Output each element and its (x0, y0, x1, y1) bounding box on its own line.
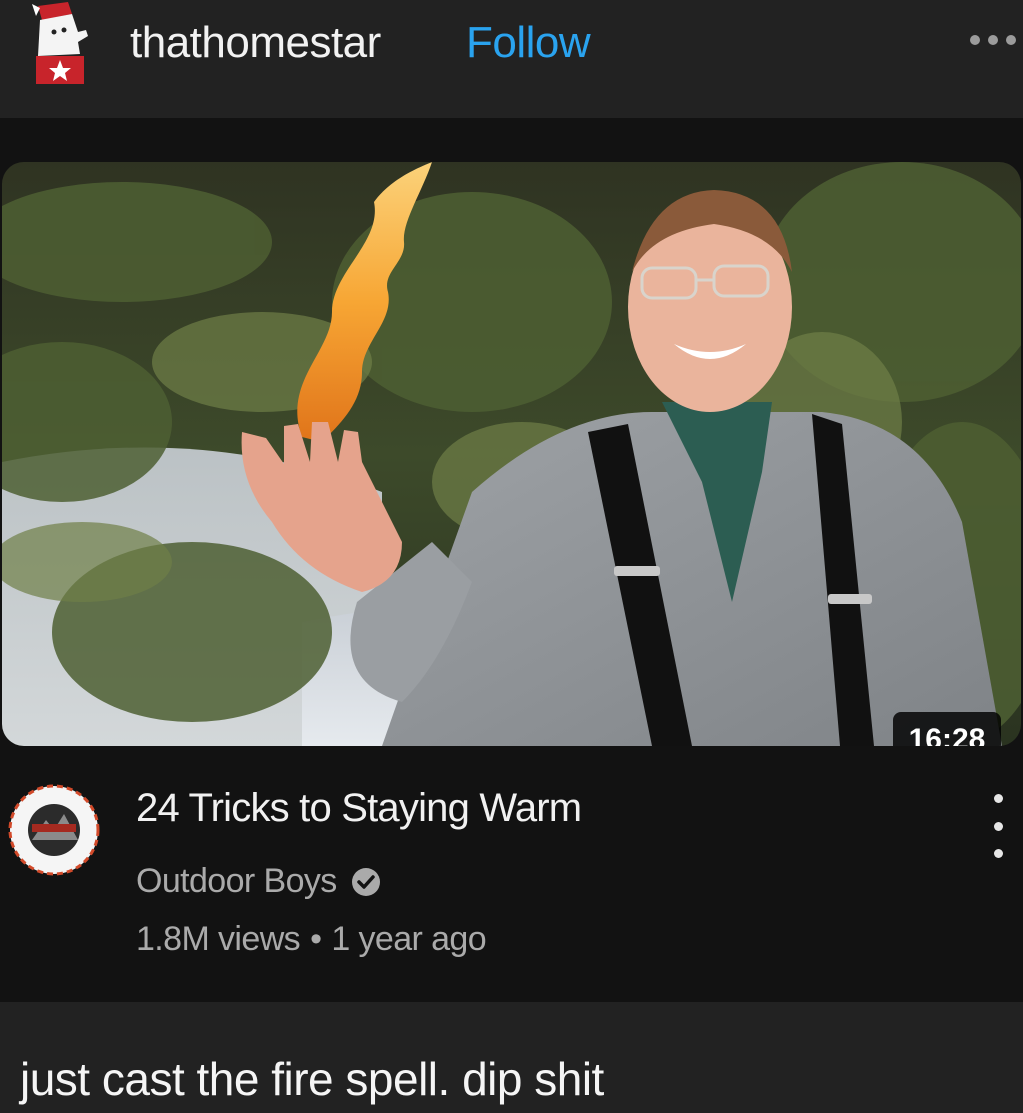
channel-row: Outdoor Boys (136, 862, 381, 901)
follow-button[interactable]: Follow (466, 18, 591, 68)
video-title[interactable]: 24 Tricks to Staying Warm (136, 786, 582, 831)
view-count: 1.8M views (136, 920, 301, 958)
kebab-dot (993, 849, 1003, 858)
more-dot (1006, 35, 1016, 45)
video-metadata: 1.8M views • 1 year ago (136, 920, 487, 959)
video-thumbnail[interactable]: 16:28 (2, 162, 1021, 746)
homestar-avatar-icon[interactable] (28, 2, 92, 86)
more-vertical-icon[interactable] (986, 794, 1010, 858)
post-caption: just cast the fire spell. dip shit (20, 1053, 604, 1105)
more-dot (970, 35, 980, 45)
channel-name[interactable]: Outdoor Boys (136, 862, 337, 901)
kebab-dot (993, 821, 1003, 831)
more-horizontal-icon[interactable] (970, 30, 1016, 50)
thumbnail-image (2, 162, 1021, 746)
video-duration-badge: 16:28 (893, 712, 1001, 746)
post-header: thathomestar Follow (0, 0, 1023, 118)
username[interactable]: thathomestar (130, 18, 381, 68)
more-dot (988, 35, 998, 45)
outdoor-boys-logo[interactable] (6, 778, 102, 886)
youtube-embed-card: 16:28 24 Tricks to Staying Warm Outdoor … (0, 118, 1023, 1002)
meta-separator: • (310, 920, 322, 958)
upload-age: 1 year ago (331, 920, 487, 958)
kebab-dot (993, 794, 1003, 803)
verified-check-icon (351, 867, 380, 896)
